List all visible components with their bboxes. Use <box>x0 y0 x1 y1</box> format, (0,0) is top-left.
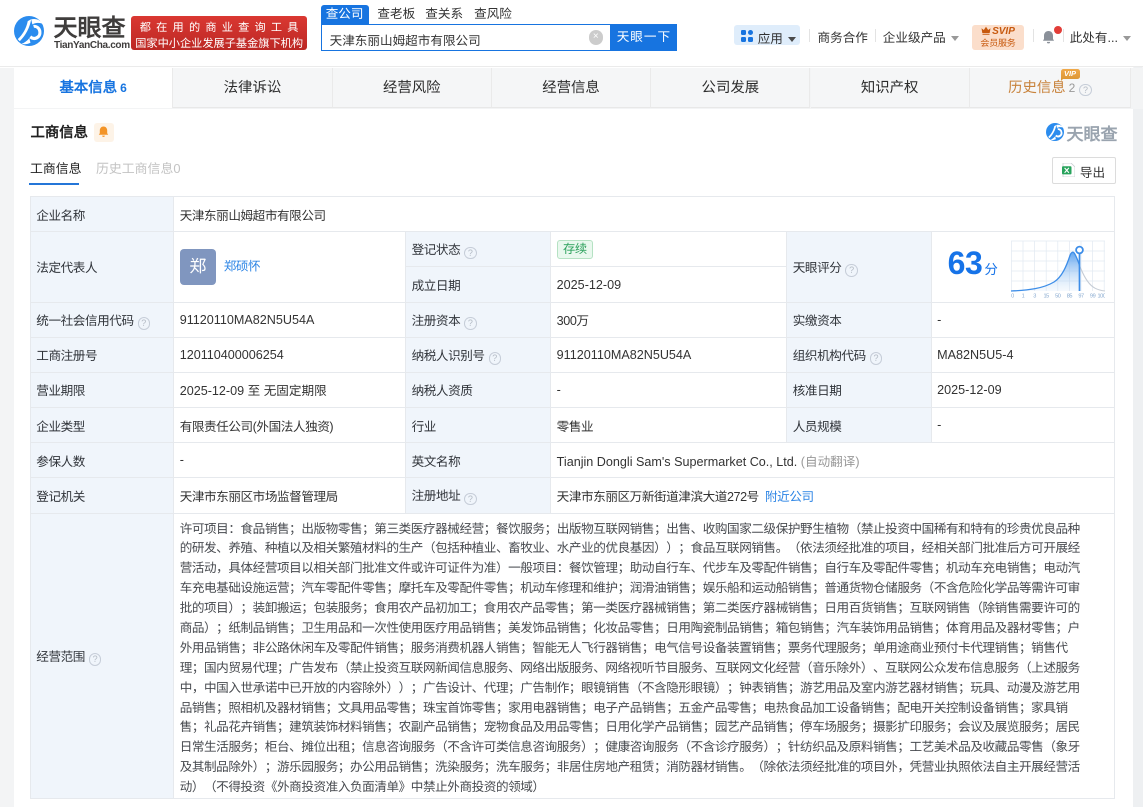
svg-text:3: 3 <box>1033 294 1036 299</box>
svg-text:100: 100 <box>1097 294 1105 299</box>
svg-text:85: 85 <box>1066 294 1072 299</box>
svg-text:97: 97 <box>1078 294 1084 299</box>
svg-text:50: 50 <box>1055 294 1061 299</box>
svg-text:15: 15 <box>1043 294 1049 299</box>
svg-text:0: 0 <box>1011 294 1014 299</box>
svg-text:1: 1 <box>1021 294 1024 299</box>
svg-text:99: 99 <box>1090 294 1096 299</box>
